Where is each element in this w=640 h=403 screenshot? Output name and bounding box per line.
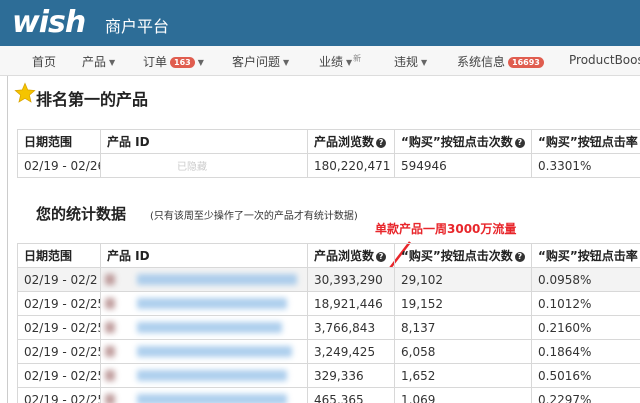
- cell-views: 3,249,425: [307, 339, 395, 364]
- cell-rate: 0.3301%: [531, 153, 640, 178]
- cell-rate: 0.1012%: [531, 291, 640, 316]
- cell-views: 465,365: [307, 387, 395, 403]
- cell-product-blurred[interactable]: [100, 363, 308, 388]
- nav-customer-issues[interactable]: 客户问题 ▼: [232, 53, 289, 70]
- nav-productboost[interactable]: ProductBoos: [569, 53, 640, 67]
- cell-rate: 0.2297%: [531, 387, 640, 403]
- table-row[interactable]: 02/19 - 02/25 3,249,425 6,058 0.1864%: [17, 339, 640, 364]
- cell-clicks: 1,069: [394, 387, 532, 403]
- help-icon[interactable]: ?: [514, 138, 525, 148]
- cell-product-blurred[interactable]: [100, 291, 308, 316]
- cell-product-blurred[interactable]: [100, 387, 308, 403]
- red-annotation: 单款产品一周3000万流量: [375, 222, 517, 236]
- main-nav: 首页 产品 ▼ 订单 163 ▼ 客户问题 ▼ 业绩 ▼新 违规 ▼ 系统信息 16693 P…: [0, 46, 640, 76]
- table-row[interactable]: 02/19 - 02/25 18,921,446 19,152 0.1012%: [17, 291, 640, 316]
- col-date: 日期范围: [17, 243, 101, 268]
- table-row: 02/19 - 02/26 已隐藏 180,220,471 594946 0.3…: [17, 153, 640, 178]
- top-product-table: 日期范围 产品 ID 产品浏览数? “购买”按钮点击次数? “购买”按钮点击率 …: [17, 129, 640, 178]
- nav-violations[interactable]: 违规 ▼: [394, 53, 427, 70]
- cell-clicks: 594946: [394, 153, 532, 178]
- cell-product-blurred[interactable]: [100, 315, 308, 340]
- col-views: 产品浏览数?: [307, 129, 395, 154]
- cell-date: 02/19 - 02/25: [17, 339, 101, 364]
- portal-title: 商户平台: [105, 17, 170, 36]
- help-icon[interactable]: ?: [376, 252, 387, 262]
- table-row[interactable]: 02/19 - 02/2 30,393,290 29,102 0.0958%: [17, 267, 640, 292]
- cell-date: 02/19 - 02/25: [17, 387, 101, 403]
- new-tag: 新: [353, 54, 362, 63]
- nav-orders[interactable]: 订单 163 ▼: [143, 53, 204, 70]
- col-clicks: “购买”按钮点击次数?: [394, 243, 532, 268]
- chevron-down-icon: ▼: [283, 58, 290, 67]
- cell-clicks: 19,152: [394, 291, 532, 316]
- table-row[interactable]: 02/19 - 02/25 465,365 1,069 0.2297%: [17, 387, 640, 403]
- cell-rate: 0.5016%: [531, 363, 640, 388]
- table-row[interactable]: 02/19 - 02/25 329,336 1,652 0.5016%: [17, 363, 640, 388]
- cell-clicks: 1,652: [394, 363, 532, 388]
- cell-product-hidden: 已隐藏: [100, 153, 308, 178]
- cell-date: 02/19 - 02/25: [17, 363, 101, 388]
- cell-views: 18,921,446: [307, 291, 395, 316]
- star-icon: [14, 82, 36, 103]
- cell-date: 02/19 - 02/25: [17, 315, 101, 340]
- cell-views: 3,766,843: [307, 315, 395, 340]
- cell-date: 02/19 - 02/2: [17, 267, 101, 292]
- nav-products[interactable]: 产品 ▼: [82, 53, 115, 70]
- system-info-badge: 16693: [508, 57, 544, 68]
- cell-date: 02/19 - 02/26: [17, 153, 101, 178]
- stats-table: 日期范围 产品 ID 产品浏览数? “购买”按钮点击次数? “购买”按钮点击率 …: [17, 243, 640, 403]
- cell-rate: 0.0958%: [531, 267, 640, 292]
- col-views: 产品浏览数?: [307, 243, 395, 268]
- cell-clicks: 29,102: [394, 267, 532, 292]
- table-header-row: 日期范围 产品 ID 产品浏览数? “购买”按钮点击次数? “购买”按钮点击率: [17, 243, 640, 268]
- help-icon[interactable]: ?: [376, 138, 387, 148]
- cell-views: 180,220,471: [307, 153, 395, 178]
- divider: [7, 76, 8, 403]
- help-icon[interactable]: ?: [514, 252, 525, 262]
- cell-rate: 0.2160%: [531, 315, 640, 340]
- wish-logo[interactable]: wish: [12, 5, 86, 40]
- chevron-down-icon: ▼: [197, 58, 204, 67]
- col-product-id: 产品 ID: [100, 129, 308, 154]
- cell-views: 329,336: [307, 363, 395, 388]
- stats-note: (只有该周至少操作了一次的产品才有统计数据): [150, 211, 358, 222]
- col-product-id: 产品 ID: [100, 243, 308, 268]
- col-rate: “购买”按钮点击率: [531, 243, 640, 268]
- cell-views: 30,393,290: [307, 267, 395, 292]
- table-row[interactable]: 02/19 - 02/25 3,766,843 8,137 0.2160%: [17, 315, 640, 340]
- cell-date: 02/19 - 02/25: [17, 291, 101, 316]
- chevron-down-icon: ▼: [346, 58, 353, 67]
- cell-product-blurred[interactable]: [100, 267, 308, 292]
- nav-system-info[interactable]: 系统信息 16693: [457, 53, 544, 70]
- col-rate: “购买”按钮点击率: [531, 129, 640, 154]
- cell-product-blurred[interactable]: [100, 339, 308, 364]
- cell-clicks: 8,137: [394, 315, 532, 340]
- stats-title: 您的统计数据: [36, 205, 127, 223]
- cell-rate: 0.1864%: [531, 339, 640, 364]
- nav-performance[interactable]: 业绩 ▼新: [319, 53, 361, 70]
- table-header-row: 日期范围 产品 ID 产品浏览数? “购买”按钮点击次数? “购买”按钮点击率: [17, 129, 640, 154]
- chevron-down-icon: ▼: [109, 58, 116, 67]
- cell-clicks: 6,058: [394, 339, 532, 364]
- col-clicks: “购买”按钮点击次数?: [394, 129, 532, 154]
- chevron-down-icon: ▼: [421, 58, 428, 67]
- nav-home[interactable]: 首页: [32, 53, 56, 70]
- col-date: 日期范围: [17, 129, 101, 154]
- top-product-title: 排名第一的产品: [36, 90, 149, 109]
- orders-count-badge: 163: [170, 57, 195, 68]
- top-header: wish 商户平台: [0, 0, 640, 46]
